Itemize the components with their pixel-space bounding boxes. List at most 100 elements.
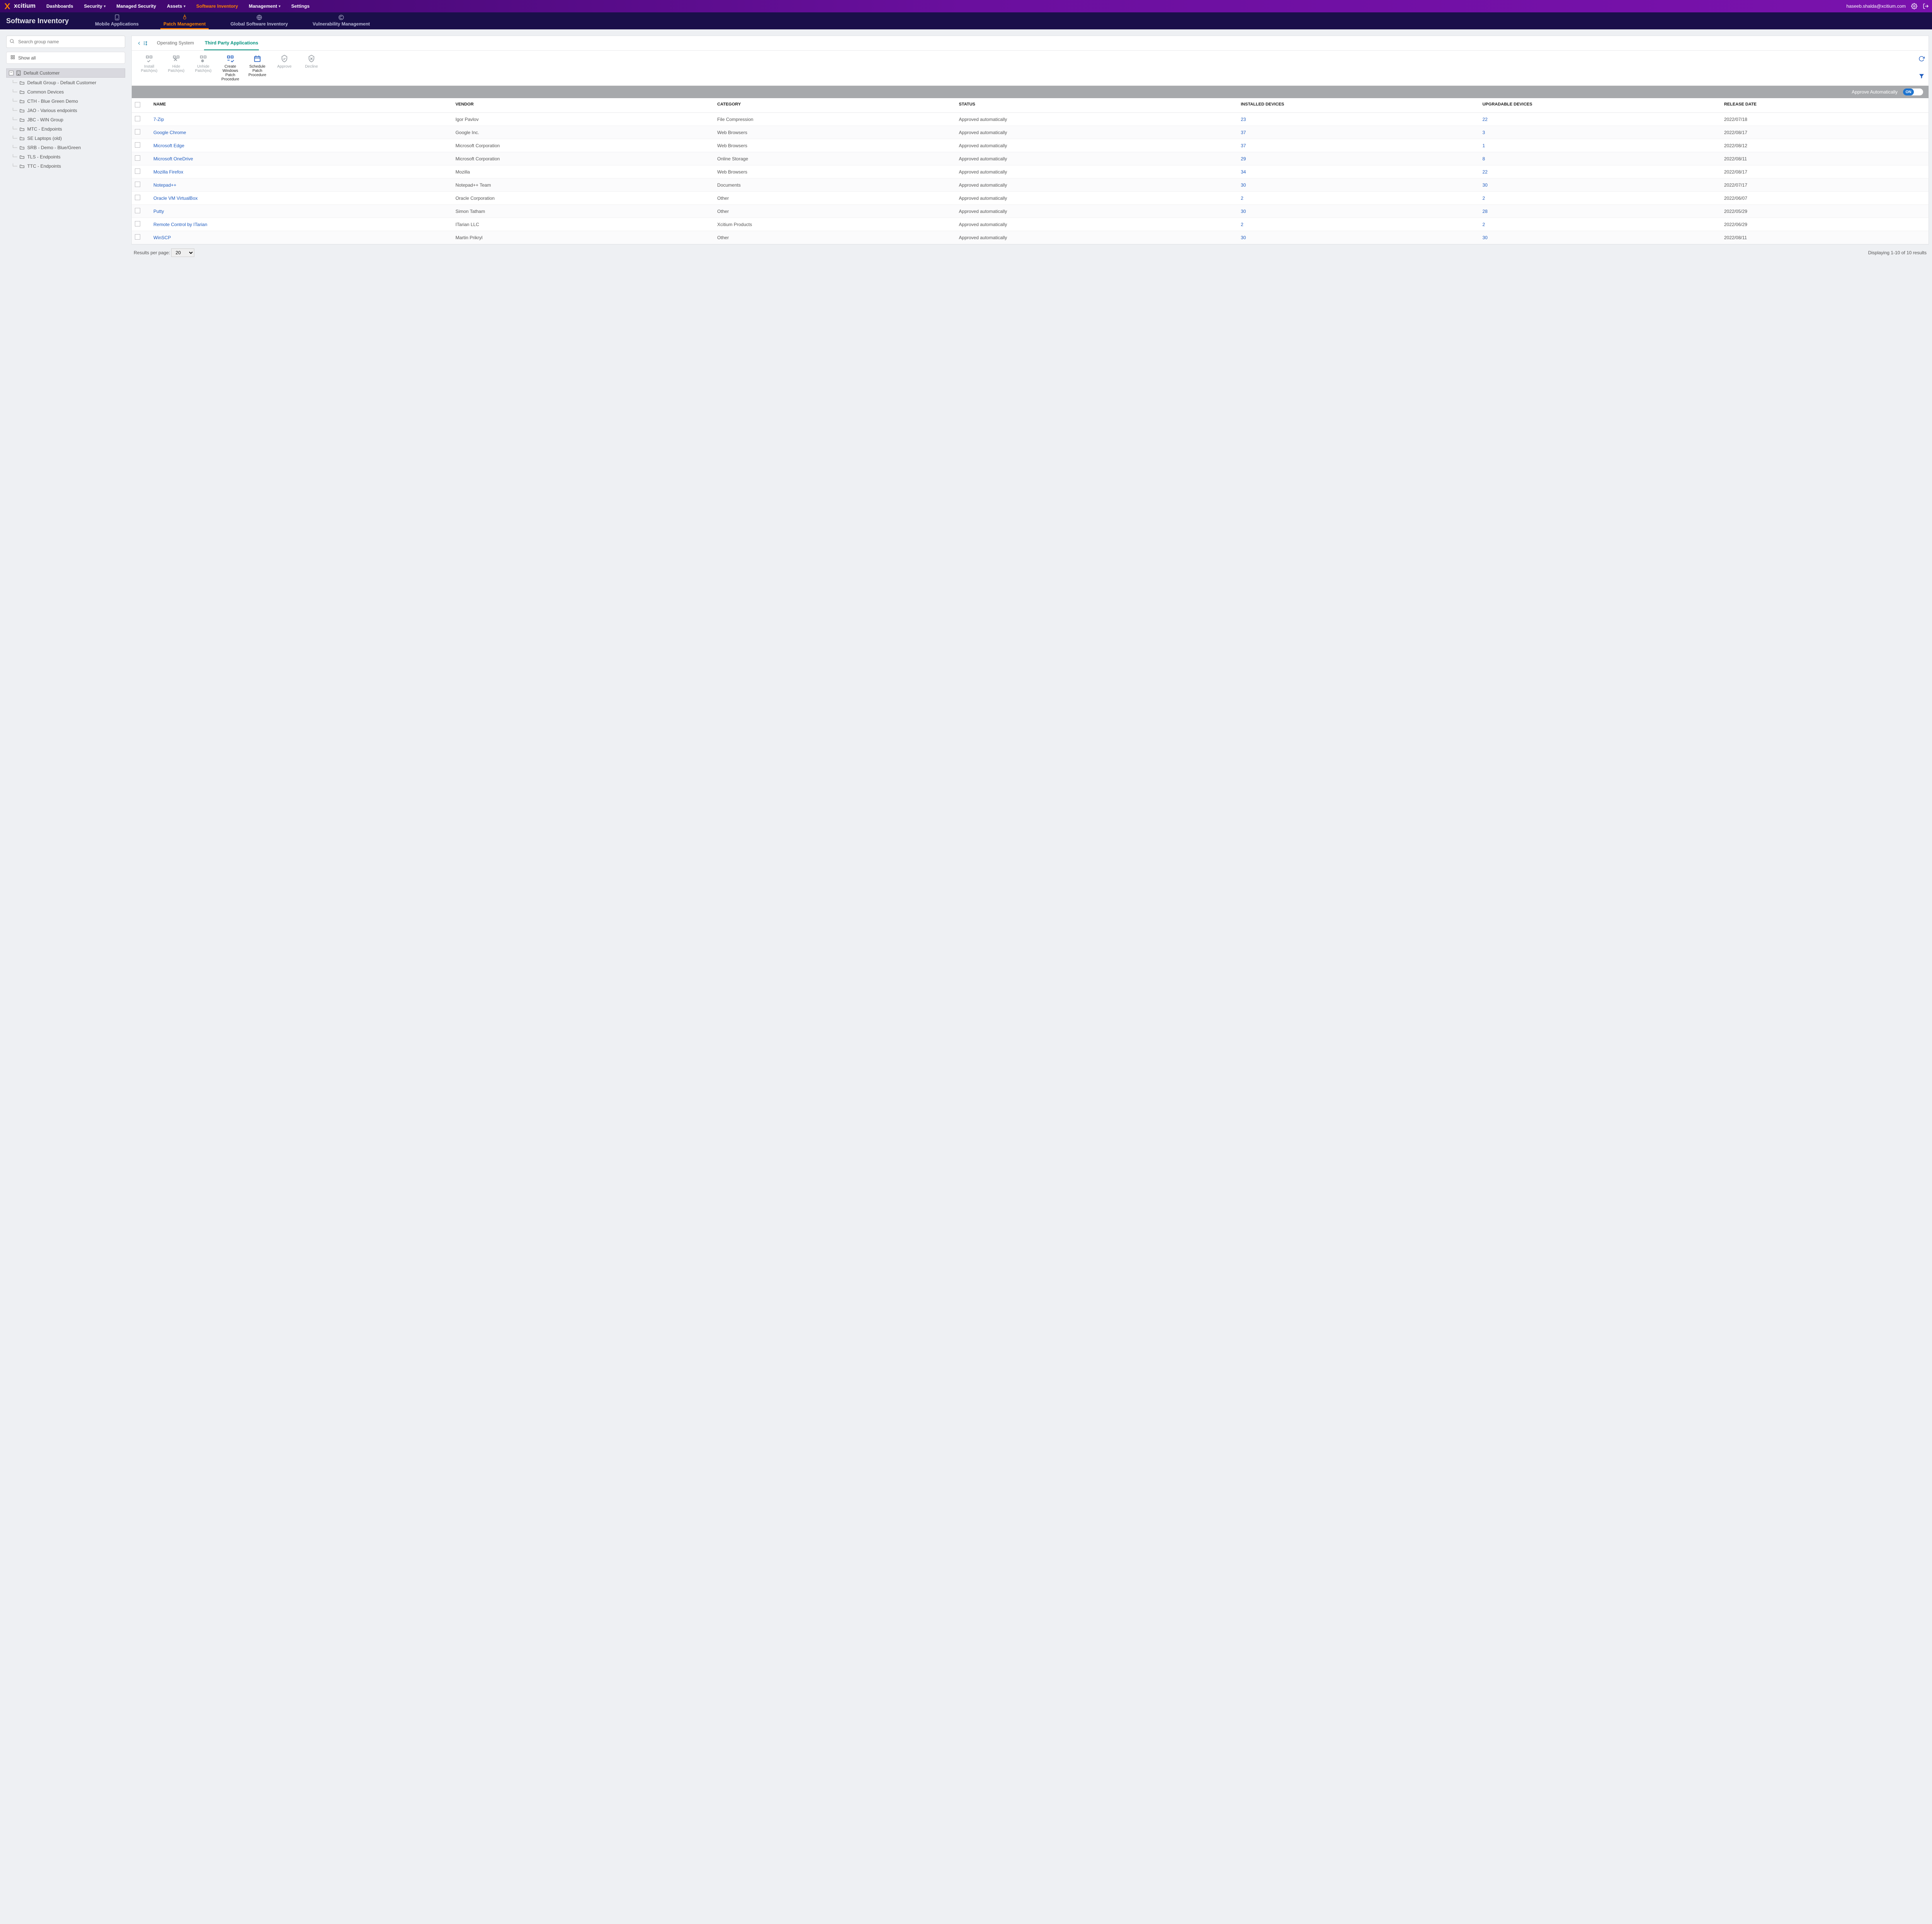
cell-category: Other (717, 196, 959, 201)
installed-link[interactable]: 37 (1241, 130, 1246, 135)
col-upgradable[interactable]: UPGRADABLE DEVICES (1482, 102, 1724, 109)
cell-name[interactable]: Notepad++ (153, 182, 456, 188)
subnav-tab[interactable]: Vulnerability Management (310, 12, 373, 29)
tree-item[interactable]: └─JBC - WIN Group (6, 116, 125, 124)
toolbar-button[interactable]: Schedule Patch Procedure (244, 53, 271, 85)
row-checkbox[interactable] (135, 142, 140, 148)
subnav-tab[interactable]: Global Software Inventory (227, 12, 291, 29)
installed-link[interactable]: 37 (1241, 143, 1246, 148)
row-checkbox[interactable] (135, 234, 140, 240)
installed-link[interactable]: 30 (1241, 209, 1246, 214)
select-all-checkbox[interactable] (135, 102, 140, 107)
cell-name[interactable]: Microsoft OneDrive (153, 156, 456, 162)
mainnav-item[interactable]: Dashboards (46, 3, 73, 9)
back-tree-button[interactable] (136, 41, 148, 46)
cell-vendor: Microsoft Corporation (456, 143, 717, 148)
panel-tab[interactable]: Third Party Applications (204, 36, 259, 50)
col-status[interactable]: STATUS (959, 102, 1241, 109)
upgradable-link[interactable]: 3 (1482, 130, 1485, 135)
subnav-tab[interactable]: Mobile Applications (92, 12, 142, 29)
gear-icon[interactable] (1911, 3, 1917, 9)
mainnav-item[interactable]: Managed Security (116, 3, 156, 9)
logout-icon[interactable] (1923, 3, 1929, 9)
installed-link[interactable]: 30 (1241, 182, 1246, 188)
cell-name[interactable]: Microsoft Edge (153, 143, 456, 148)
show-all-button[interactable]: Show all (6, 52, 125, 64)
tree-item[interactable]: └─MTC - Endpoints (6, 125, 125, 133)
row-checkbox[interactable] (135, 208, 140, 213)
row-checkbox[interactable] (135, 129, 140, 134)
upgradable-link[interactable]: 30 (1482, 235, 1487, 240)
cell-vendor: Oracle Corporation (456, 196, 717, 201)
tree-item[interactable]: └─TLS - Endpoints (6, 153, 125, 161)
cell-name[interactable]: 7-Zip (153, 117, 456, 122)
cell-name[interactable]: Mozilla Firefox (153, 169, 456, 175)
row-checkbox[interactable] (135, 155, 140, 161)
subnav-tab[interactable]: Patch Management (160, 12, 209, 29)
mainnav-item[interactable]: Settings (291, 3, 310, 9)
toolbar-button: Decline (298, 53, 325, 85)
mainnav-item[interactable]: Management▾ (249, 3, 281, 9)
installed-link[interactable]: 34 (1241, 169, 1246, 175)
upgradable-link[interactable]: 22 (1482, 169, 1487, 175)
brand-logo[interactable]: xcitium (3, 2, 36, 10)
col-vendor[interactable]: VENDOR (456, 102, 717, 109)
row-checkbox[interactable] (135, 116, 140, 121)
cell-name[interactable]: Oracle VM VirtualBox (153, 196, 456, 201)
tree-item[interactable]: └─Default Group - Default Customer (6, 78, 125, 87)
tree-item[interactable]: └─TTC - Endpoints (6, 162, 125, 170)
folder-icon (19, 99, 25, 104)
cell-status: Approved automatically (959, 235, 1241, 240)
page-size-select[interactable]: 20 (171, 248, 194, 257)
tree-item[interactable]: └─JAO - Various endpoints (6, 106, 125, 115)
installed-link[interactable]: 2 (1241, 222, 1243, 227)
tree-item-label: SRB - Demo - Blue/Green (27, 145, 81, 150)
cell-category: Web Browsers (717, 143, 959, 148)
cell-name[interactable]: Remote Control by ITarian (153, 222, 456, 227)
cell-name[interactable]: Putty (153, 209, 456, 214)
tree-item[interactable]: └─SRB - Demo - Blue/Green (6, 143, 125, 152)
tree-root-item[interactable]: Default Customer (6, 68, 125, 78)
installed-link[interactable]: 2 (1241, 196, 1243, 201)
mainnav-item[interactable]: Security▾ (84, 3, 105, 9)
cell-category: Documents (717, 182, 959, 188)
upgradable-link[interactable]: 2 (1482, 196, 1485, 201)
installed-link[interactable]: 29 (1241, 156, 1246, 162)
collapse-icon[interactable] (9, 71, 14, 75)
upgradable-link[interactable]: 2 (1482, 222, 1485, 227)
upgradable-link[interactable]: 1 (1482, 143, 1485, 148)
col-installed[interactable]: INSTALLED DEVICES (1241, 102, 1482, 109)
upgradable-link[interactable]: 22 (1482, 117, 1487, 122)
user-email[interactable]: haseeb.shalda@xcitium.com (1846, 3, 1906, 9)
search-input[interactable] (6, 36, 125, 48)
upgradable-link[interactable]: 8 (1482, 156, 1485, 162)
upgradable-link[interactable]: 28 (1482, 209, 1487, 214)
cell-date: 2022/07/18 (1724, 117, 1925, 122)
table-row: Microsoft OneDriveMicrosoft CorporationO… (132, 152, 1929, 165)
col-name[interactable]: NAME (153, 102, 456, 109)
filter-icon[interactable] (1918, 73, 1925, 80)
panel-tab[interactable]: Operating System (156, 36, 195, 50)
installed-link[interactable]: 30 (1241, 235, 1246, 240)
col-date[interactable]: RELEASE DATE (1724, 102, 1925, 109)
row-checkbox[interactable] (135, 182, 140, 187)
cell-upgradable: 8 (1482, 156, 1724, 162)
col-category[interactable]: CATEGORY (717, 102, 959, 109)
upgradable-link[interactable]: 30 (1482, 182, 1487, 188)
refresh-icon[interactable] (1918, 56, 1925, 63)
approve-toggle[interactable]: ON (1903, 88, 1923, 95)
row-checkbox[interactable] (135, 168, 140, 174)
installed-link[interactable]: 23 (1241, 117, 1246, 122)
toolbar-button[interactable]: Create Windows Patch Procedure (217, 53, 244, 85)
approve-auto-label: Approve Automatically (1852, 89, 1898, 95)
tree-item[interactable]: └─Common Devices (6, 88, 125, 96)
row-checkbox[interactable] (135, 195, 140, 200)
mainnav-item[interactable]: Software Inventory (196, 3, 238, 9)
tree-item[interactable]: └─SE Laptops (old) (6, 134, 125, 143)
cell-name[interactable]: WinSCP (153, 235, 456, 240)
tree-item[interactable]: └─CTH - Blue Green Demo (6, 97, 125, 105)
table-row: WinSCPMartin PrikrylOtherApproved automa… (132, 231, 1929, 244)
row-checkbox[interactable] (135, 221, 140, 226)
mainnav-item[interactable]: Assets▾ (167, 3, 185, 9)
cell-name[interactable]: Google Chrome (153, 130, 456, 135)
